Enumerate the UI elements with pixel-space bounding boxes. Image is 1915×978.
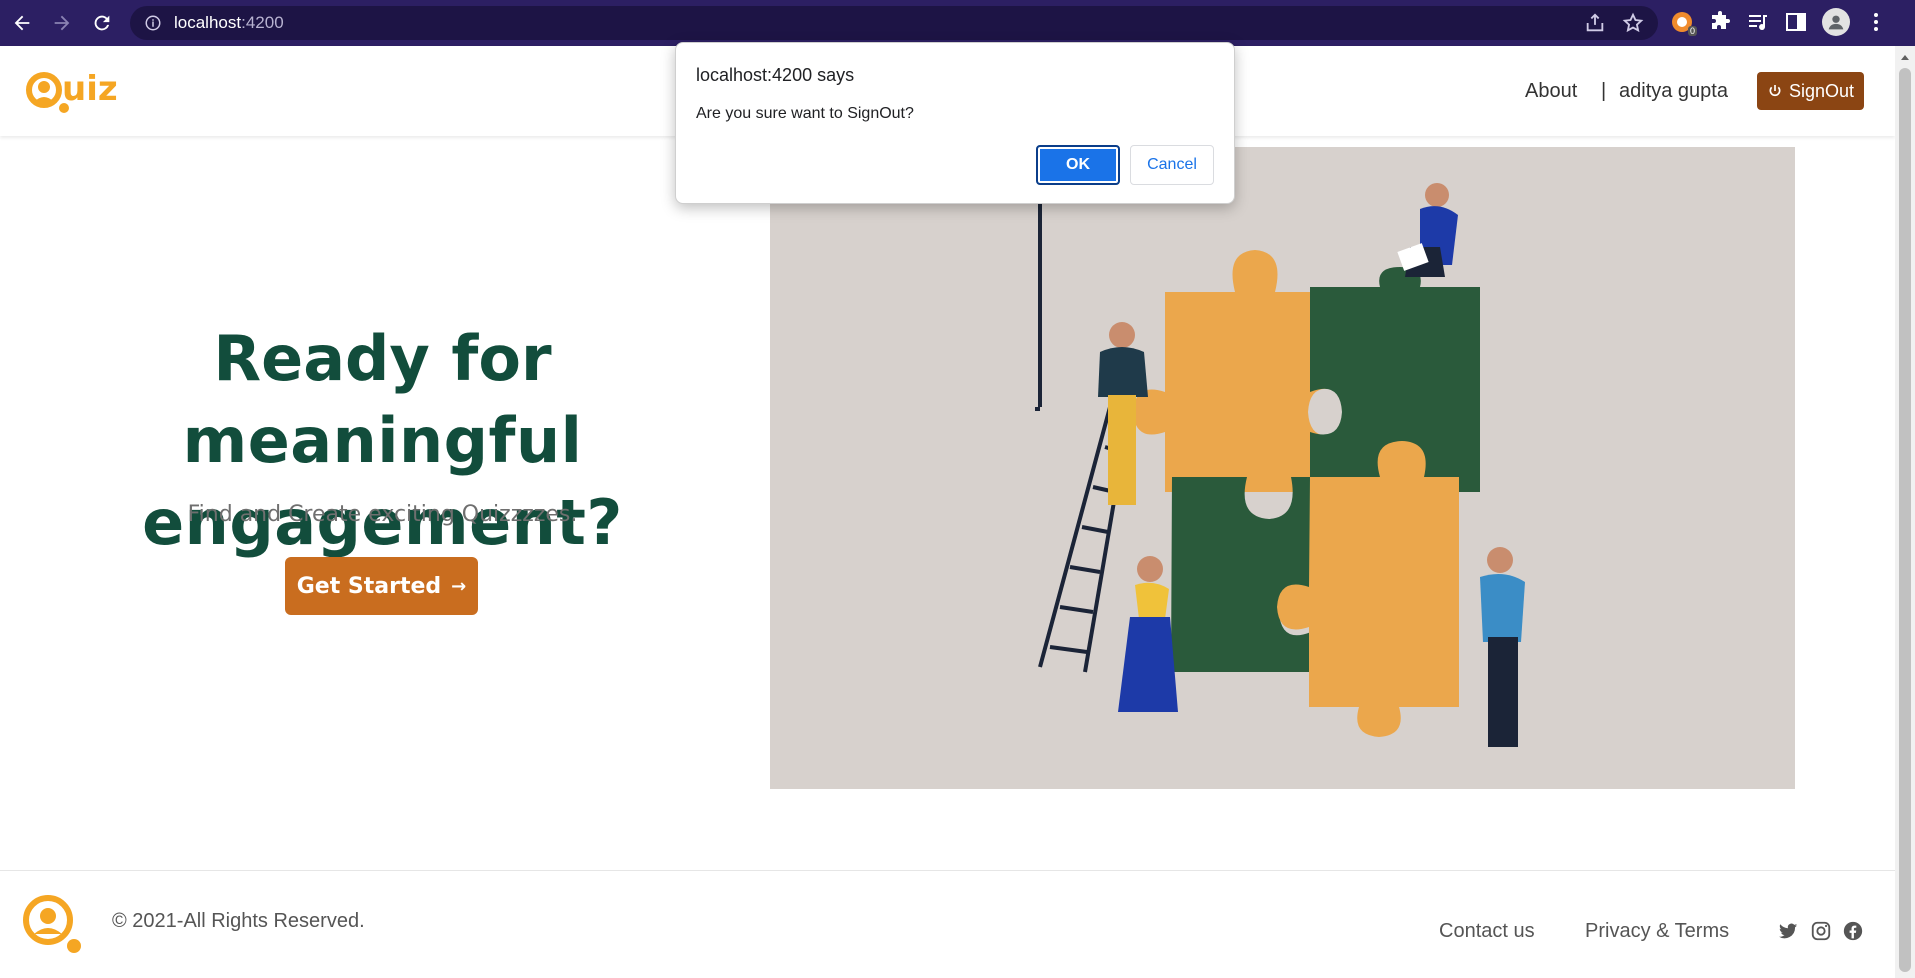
footer-logo[interactable] (20, 892, 84, 956)
signout-confirm-dialog: localhost:4200 says Are you sure want to… (675, 42, 1235, 204)
arrow-right-icon: → (451, 575, 467, 597)
hero-subtitle: Find and Create exciting Quizzzzes. (187, 502, 578, 527)
address-bar[interactable]: localhost:4200 (130, 6, 1658, 40)
nav-separator: | (1601, 80, 1607, 102)
user-name[interactable]: aditya gupta (1619, 80, 1728, 103)
media-icon[interactable] (1746, 10, 1770, 34)
hero-title-line1: Ready for (213, 322, 552, 395)
info-icon[interactable] (144, 14, 162, 32)
power-icon (1769, 85, 1781, 97)
url-text: localhost:4200 (174, 13, 284, 32)
scroll-thumb[interactable] (1899, 68, 1911, 972)
back-icon (14, 15, 30, 31)
hero-title: Ready for meaningful engagement? (0, 318, 765, 564)
extension-badge-count: 0 (1688, 26, 1698, 36)
menu-icon[interactable] (1864, 10, 1888, 34)
signout-button[interactable]: SignOut (1757, 72, 1864, 110)
extensions-area: 0 (1670, 8, 1888, 36)
scroll-up-icon[interactable] (1895, 50, 1915, 64)
hero-title-line2: meaningful engagement? (142, 404, 623, 559)
person-right-illustration (1480, 547, 1525, 747)
profile-icon (1828, 15, 1844, 30)
forward-icon (54, 15, 70, 31)
svg-text:uiz: uiz (62, 69, 118, 109)
page-scrollbar[interactable] (1895, 46, 1915, 978)
facebook-icon[interactable] (1842, 920, 1864, 942)
nav-about-link[interactable]: About (1525, 80, 1577, 103)
dialog-cancel-button[interactable]: Cancel (1130, 145, 1214, 185)
person-top-illustration (1397, 183, 1458, 277)
extension-badge-button[interactable]: 0 (1670, 10, 1698, 36)
star-icon[interactable] (1622, 12, 1644, 34)
back-button[interactable] (4, 5, 40, 41)
contact-us-link[interactable]: Contact us (1439, 920, 1535, 943)
footer-divider (0, 870, 1895, 871)
reload-icon (94, 15, 110, 31)
puzzle-team-illustration (770, 147, 1795, 789)
privacy-terms-link[interactable]: Privacy & Terms (1585, 920, 1729, 943)
get-started-button[interactable]: Get Started → (285, 557, 478, 615)
forward-button[interactable] (44, 5, 80, 41)
browser-toolbar: localhost:4200 0 (0, 0, 1915, 46)
get-started-label: Get Started (296, 573, 442, 599)
person-bottom-illustration (1118, 556, 1178, 712)
dialog-ok-button[interactable]: OK (1036, 145, 1120, 185)
sidepanel-icon[interactable] (1784, 10, 1808, 34)
quiz-logo[interactable]: uiz (24, 64, 144, 118)
twitter-icon[interactable] (1777, 920, 1799, 942)
reload-button[interactable] (84, 5, 120, 41)
dialog-message: Are you sure want to SignOut? (696, 105, 914, 122)
instagram-icon[interactable] (1810, 920, 1832, 942)
puzzle-icon[interactable] (1708, 10, 1732, 34)
profile-button[interactable] (1822, 8, 1850, 36)
copyright-text: © 2021-All Rights Reserved. (112, 910, 365, 932)
signout-label: SignOut (1788, 80, 1855, 101)
share-icon[interactable] (1584, 12, 1606, 34)
dialog-title: localhost:4200 says (696, 65, 855, 85)
